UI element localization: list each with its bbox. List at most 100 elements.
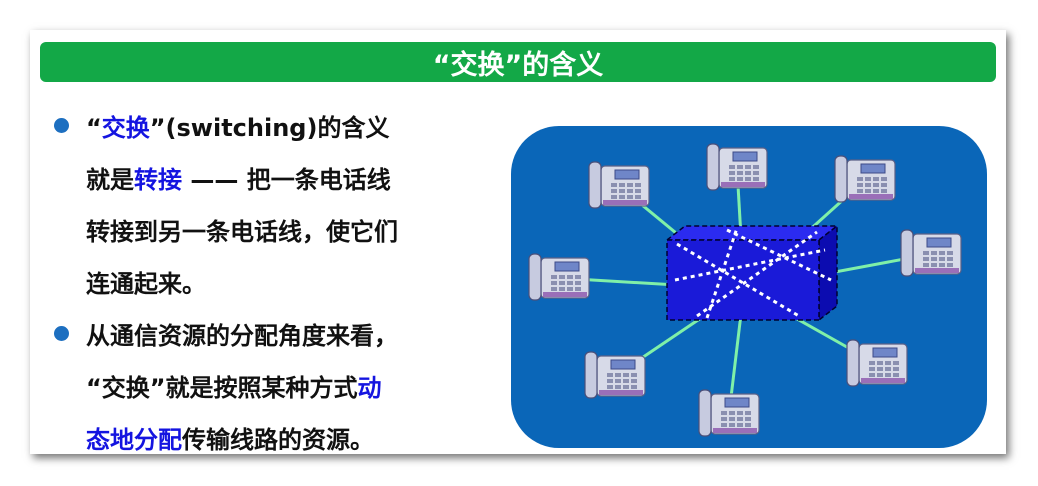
- phone-key: [873, 183, 879, 187]
- text-segment: “交换”就是按照某种方式: [86, 374, 358, 402]
- phone-key: [939, 257, 945, 261]
- phone-key: [923, 251, 929, 255]
- phone-base-stripe: [713, 428, 757, 433]
- phone-key: [737, 165, 743, 169]
- phone-key: [893, 373, 899, 377]
- phone-key: [923, 257, 929, 261]
- phone-key: [745, 423, 751, 427]
- phone-key: [635, 195, 641, 199]
- phone-display: [610, 359, 636, 370]
- phone-key: [877, 361, 883, 365]
- phone-key: [737, 177, 743, 181]
- phone-base-stripe: [599, 390, 643, 395]
- phone-key: [947, 263, 953, 267]
- phone-key: [737, 417, 743, 421]
- phone-key: [607, 379, 613, 383]
- phone-key: [575, 281, 581, 285]
- telephone-icon: [846, 339, 908, 387]
- phone-key: [745, 411, 751, 415]
- phone-key: [607, 385, 613, 389]
- phone-key: [575, 275, 581, 279]
- telephone-icon: [588, 161, 650, 209]
- phone-key: [857, 189, 863, 193]
- phone-key: [631, 385, 637, 389]
- bullet-line: 转接到另一条电话线，使它们: [86, 206, 492, 258]
- phone-key: [877, 367, 883, 371]
- phone-key: [575, 287, 581, 291]
- phone-key: [619, 195, 625, 199]
- slide-title: “交换”的含义: [432, 49, 604, 81]
- text-segment: 从通信资源的分配角度来看，: [86, 322, 398, 350]
- phone-key: [607, 373, 613, 377]
- telephone-icon: [834, 155, 896, 203]
- bullet-line: “交换”就是按照某种方式动: [86, 362, 492, 414]
- phone-key: [745, 171, 751, 175]
- phone-key: [753, 177, 759, 181]
- bullet-line: 连通起来。: [86, 258, 492, 310]
- telephone-icon: [900, 229, 962, 277]
- title-bar: “交换”的含义: [40, 42, 996, 82]
- phone-key: [559, 275, 565, 279]
- phone-key: [753, 171, 759, 175]
- bullet-line: 态地分配传输线路的资源。: [86, 414, 492, 466]
- phone-key: [869, 367, 875, 371]
- phone-key: [931, 263, 937, 267]
- phone-display: [614, 169, 640, 180]
- phone-key: [729, 423, 735, 427]
- phone-handset: [698, 389, 712, 437]
- phone-key: [627, 189, 633, 193]
- switch-box-front: [666, 239, 820, 321]
- phone-key: [857, 177, 863, 181]
- text-segment: “: [86, 114, 102, 142]
- phone-key: [885, 361, 891, 365]
- phone-key: [893, 361, 899, 365]
- phone-key: [893, 367, 899, 371]
- phone-key: [881, 189, 887, 193]
- bullet-line: 从通信资源的分配角度来看，: [86, 310, 492, 362]
- phone-key: [611, 189, 617, 193]
- phone-handset: [528, 253, 542, 301]
- phone-key: [615, 385, 621, 389]
- phone-key: [869, 361, 875, 365]
- phone-base-stripe: [915, 268, 959, 273]
- highlight-text: 交换: [101, 114, 150, 142]
- phone-key: [745, 165, 751, 169]
- phone-key: [931, 251, 937, 255]
- slide-card: “交换”的含义 “交换”(switching)的含义 就是转接 —— 把一条电话线…: [30, 30, 1006, 454]
- bullet-dot-icon: [54, 118, 69, 133]
- phone-key: [947, 251, 953, 255]
- telephone-icon: [584, 351, 646, 399]
- phone-key: [729, 165, 735, 169]
- phone-handset: [584, 351, 598, 399]
- phone-key: [615, 373, 621, 377]
- phone-key: [873, 177, 879, 181]
- phone-base-stripe: [721, 182, 765, 187]
- phone-key: [881, 183, 887, 187]
- text-segment: 转接到另一条电话线，使它们: [86, 218, 398, 246]
- phone-key: [947, 257, 953, 261]
- phone-key: [635, 183, 641, 187]
- phone-display: [732, 151, 758, 162]
- phone-key: [729, 411, 735, 415]
- phone-key: [865, 189, 871, 193]
- phone-display: [724, 397, 750, 408]
- switching-diagram: [511, 126, 987, 448]
- phone-handset: [900, 229, 914, 277]
- phone-key: [551, 287, 557, 291]
- telephone-icon: [698, 389, 760, 437]
- phone-display: [554, 261, 580, 272]
- phone-display: [860, 163, 886, 174]
- phone-key: [559, 287, 565, 291]
- phone-base-stripe: [543, 292, 587, 297]
- phone-key: [721, 417, 727, 421]
- phone-handset: [588, 161, 602, 209]
- switch-box: [664, 224, 840, 322]
- switch-box-top: [664, 225, 840, 241]
- phone-key: [923, 263, 929, 267]
- phone-key: [567, 275, 573, 279]
- phone-key: [939, 251, 945, 255]
- phone-key: [611, 195, 617, 199]
- phone-key: [611, 183, 617, 187]
- phone-base-stripe: [861, 378, 905, 383]
- phone-display: [926, 237, 952, 248]
